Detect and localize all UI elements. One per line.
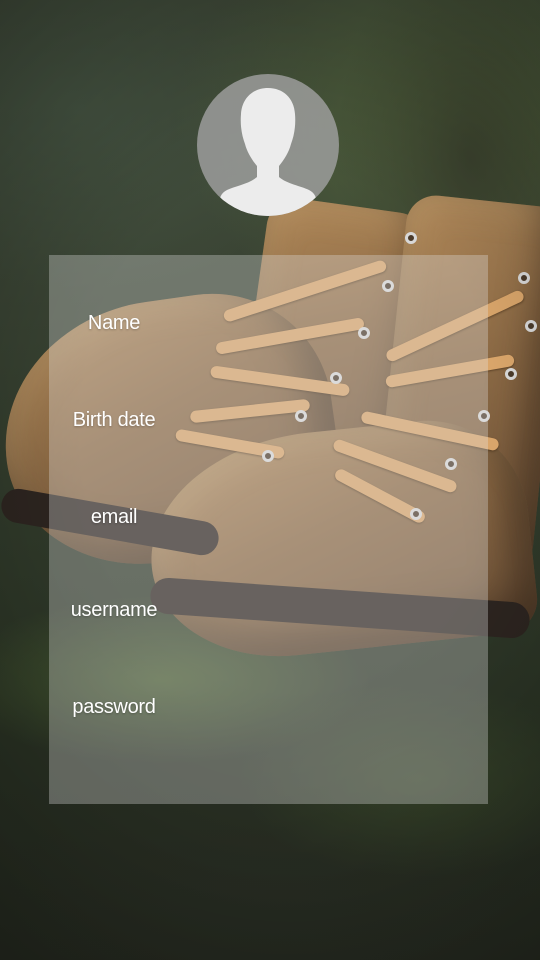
user-silhouette-icon [219, 88, 317, 216]
profile-avatar[interactable] [197, 74, 339, 216]
birth-date-label: Birth date [72, 409, 156, 431]
birth-date-field[interactable]: Birth date [49, 408, 179, 432]
email-field[interactable]: email [49, 505, 179, 529]
name-label: Name [87, 312, 141, 334]
username-field[interactable]: username [49, 598, 179, 622]
email-label: email [90, 506, 138, 528]
name-field[interactable]: Name [49, 311, 179, 335]
password-label: password [72, 696, 156, 718]
password-field[interactable]: password [49, 695, 179, 719]
register-screen: Name Birth date email username password [0, 0, 540, 960]
registration-form: Name Birth date email username password [49, 255, 488, 804]
username-label: username [70, 599, 158, 621]
